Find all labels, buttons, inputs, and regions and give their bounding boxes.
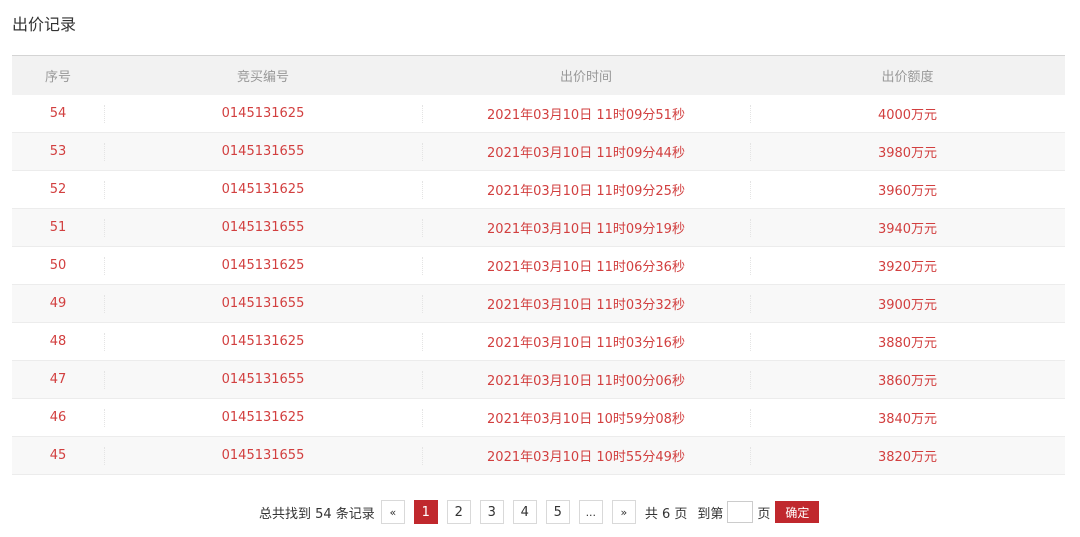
header-bid-amount: 出价额度 (881, 69, 934, 85)
table-row: 53 0145131655 2021年03月10日 11时09分44秒 3980万元 (12, 132, 1065, 171)
table-row: 49 0145131655 2021年03月10日 11时03分32秒 3900万元 (12, 284, 1065, 323)
cell-bid-number: 0145131655 (104, 361, 422, 399)
cell-bid-time: 2021年03月10日 11时03分32秒 (422, 285, 750, 323)
cell-no: 46 (49, 410, 67, 425)
cell-bid-time: 2021年03月10日 11时09分44秒 (422, 133, 750, 171)
cell-no: 54 (49, 105, 67, 121)
cell-bid-time: 2021年03月10日 11时09分51秒 (422, 95, 750, 133)
header-no: 序号 (44, 69, 71, 85)
cell-bid-amount: 4000万元 (750, 95, 1065, 133)
table-row: 50 0145131625 2021年03月10日 11时06分36秒 3920万元 (12, 247, 1065, 285)
cell-bid-time: 2021年03月10日 11时09分25秒 (422, 171, 750, 209)
pagination: 总共找到 54 条记录 « 1 2 3 4 5 ... » 共 6 页 到第 页… (259, 499, 820, 525)
table-row: 45 0145131655 2021年03月10日 10时55分49秒 3820万元 (12, 436, 1065, 475)
cell-bid-amount: 3960万元 (750, 171, 1065, 209)
cell-bid-time: 2021年03月10日 11时09分19秒 (422, 209, 750, 247)
cell-bid-number: 0145131625 (104, 95, 422, 133)
cell-bid-time: 2021年03月10日 11时00分06秒 (422, 361, 750, 399)
table-row: 54 0145131625 2021年03月10日 11时09分51秒 4000万元 (12, 95, 1065, 133)
cell-bid-amount: 3920万元 (750, 247, 1065, 285)
ellipsis-button[interactable]: ... (578, 500, 603, 524)
cell-bid-number: 0145131655 (104, 437, 422, 475)
cell-no: 49 (49, 296, 67, 311)
cell-no: 45 (49, 448, 67, 463)
page-button-2[interactable]: 2 (446, 500, 471, 524)
cell-bid-number: 0145131625 (104, 323, 422, 361)
goto-label: 到第 (697, 506, 724, 522)
cell-bid-time: 2021年03月10日 11时06分36秒 (422, 247, 750, 285)
cell-bid-number: 0145131625 (104, 247, 422, 285)
cell-bid-amount: 3860万元 (750, 361, 1065, 399)
table-row: 46 0145131625 2021年03月10日 10时59分08秒 3840万元 (12, 399, 1065, 437)
prev-page-button[interactable]: « (380, 500, 405, 524)
total-records-text: 总共找到 54 条记录 (259, 506, 375, 522)
cell-bid-time: 2021年03月10日 11时03分16秒 (422, 323, 750, 361)
next-page-button[interactable]: » (611, 500, 636, 524)
cell-bid-number: 0145131625 (104, 399, 422, 437)
table-header-row: 序号 竞买编号 出价时间 出价额度 (12, 55, 1065, 95)
total-pages-text: 共 6 页 (644, 506, 688, 522)
cell-no: 47 (49, 372, 67, 387)
header-bid-time: 出价时间 (559, 69, 612, 85)
cell-bid-number: 0145131655 (104, 209, 422, 247)
cell-no: 53 (49, 144, 67, 159)
cell-bid-amount: 3900万元 (750, 285, 1065, 323)
cell-no: 50 (49, 258, 67, 273)
page-button-1[interactable]: 1 (413, 500, 438, 524)
cell-bid-number: 0145131655 (104, 133, 422, 171)
cell-no: 51 (49, 220, 67, 235)
cell-bid-amount: 3840万元 (750, 399, 1065, 437)
table-row: 48 0145131625 2021年03月10日 11时03分16秒 3880万元 (12, 323, 1065, 361)
cell-bid-time: 2021年03月10日 10时59分08秒 (422, 399, 750, 437)
confirm-button[interactable]: 确定 (775, 501, 820, 523)
cell-bid-amount: 3980万元 (750, 133, 1065, 171)
bid-record-table: 序号 竞买编号 出价时间 出价额度 54 0145131625 2021年03月10… (12, 55, 1065, 475)
cell-no: 52 (49, 182, 67, 197)
cell-bid-amount: 3820万元 (750, 437, 1065, 475)
page-button-5[interactable]: 5 (545, 500, 570, 524)
table-row: 52 0145131625 2021年03月10日 11时09分25秒 3960万元 (12, 171, 1065, 209)
table-row: 47 0145131655 2021年03月10日 11时00分06秒 3860万元 (12, 360, 1065, 399)
table-row: 51 0145131655 2021年03月10日 11时09分19秒 3940万元 (12, 208, 1065, 247)
cell-bid-number: 0145131625 (104, 171, 422, 209)
page-button-3[interactable]: 3 (479, 500, 504, 524)
page-unit-label: 页 (757, 506, 771, 522)
table-body: 54 0145131625 2021年03月10日 11时09分51秒 4000万元 5… (12, 95, 1065, 475)
page-button-4[interactable]: 4 (512, 500, 537, 524)
cell-bid-time: 2021年03月10日 10时55分49秒 (422, 437, 750, 475)
cell-no: 48 (49, 334, 67, 349)
cell-bid-amount: 3880万元 (750, 323, 1065, 361)
cell-bid-amount: 3940万元 (750, 209, 1065, 247)
goto-page-input[interactable] (727, 501, 754, 523)
page-title: 出价记录 (12, 15, 77, 34)
cell-bid-number: 0145131655 (104, 285, 422, 323)
header-bid-number: 竞买编号 (236, 69, 289, 85)
bid-record-page: 出价记录 序号 竞买编号 出价时间 出价额度 54 0145131625 2021年… (0, 0, 1080, 537)
